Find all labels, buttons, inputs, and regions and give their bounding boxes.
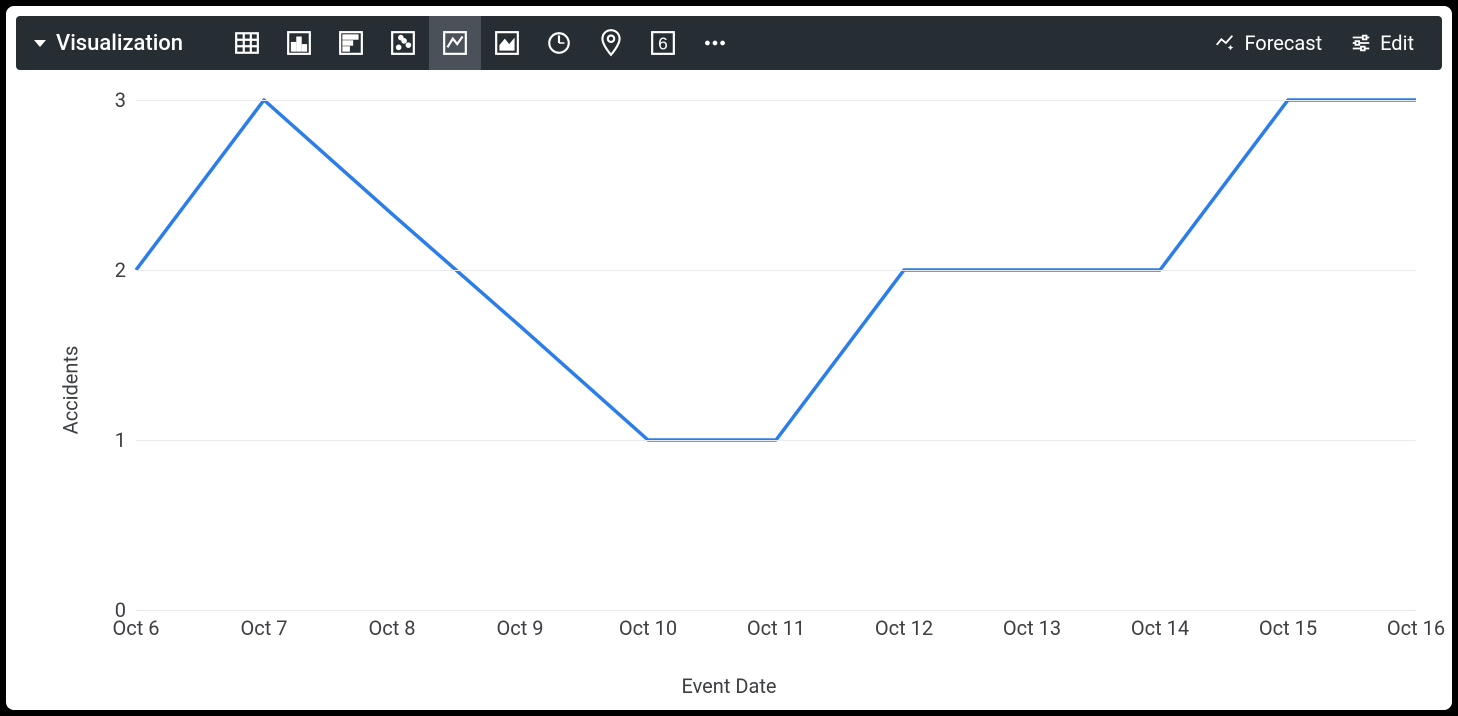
gridline (136, 270, 1416, 271)
y-tick-label: 2 (106, 258, 136, 282)
single-value-icon[interactable]: 6 (637, 16, 689, 70)
horizontal-bar-icon[interactable] (325, 16, 377, 70)
x-axis-title: Event Date (682, 674, 777, 698)
x-tick-label: Oct 11 (747, 616, 805, 640)
sparkle-icon (1214, 32, 1236, 54)
sliders-icon (1350, 32, 1372, 54)
scatter-icon[interactable] (377, 16, 429, 70)
visualization-toolbar: Visualization (16, 16, 1442, 70)
x-tick-label: Oct 7 (241, 616, 288, 640)
plot-region[interactable]: Oct 6Oct 7Oct 8Oct 9Oct 10Oct 11Oct 12Oc… (136, 100, 1416, 610)
x-tick-label: Oct 13 (1003, 616, 1061, 640)
edit-label: Edit (1380, 31, 1414, 55)
y-tick-label: 1 (106, 428, 136, 452)
x-tick-label: Oct 12 (875, 616, 933, 640)
line-chart-icon[interactable] (429, 16, 481, 70)
visualization-type-icons: 6 (221, 16, 741, 70)
svg-text:6: 6 (658, 34, 668, 54)
gridline (136, 440, 1416, 441)
x-tick-label: Oct 10 (619, 616, 677, 640)
area-chart-icon[interactable] (481, 16, 533, 70)
x-tick-label: Oct 8 (369, 616, 416, 640)
x-tick-label: Oct 9 (497, 616, 544, 640)
visualization-toggle[interactable]: Visualization (34, 31, 213, 56)
y-tick-label: 3 (106, 88, 136, 112)
visualization-panel: Visualization (6, 6, 1452, 710)
gauge-icon[interactable] (533, 16, 585, 70)
panel-title: Visualization (56, 31, 183, 56)
gridline (136, 100, 1416, 101)
map-pin-icon[interactable] (585, 16, 637, 70)
table-icon[interactable] (221, 16, 273, 70)
x-tick-label: Oct 15 (1259, 616, 1317, 640)
line-series (136, 100, 1416, 610)
x-tick-label: Oct 16 (1387, 616, 1445, 640)
chart-area: Accidents Event Date Oct 6Oct 7Oct 8Oct … (6, 70, 1452, 710)
caret-down-icon (34, 40, 46, 47)
more-icon[interactable] (689, 16, 741, 70)
gridline (136, 610, 1416, 611)
forecast-label: Forecast (1244, 31, 1322, 55)
x-tick-label: Oct 14 (1131, 616, 1189, 640)
bar-chart-icon[interactable] (273, 16, 325, 70)
y-tick-label: 0 (106, 598, 136, 622)
x-axis-ticks: Oct 6Oct 7Oct 8Oct 9Oct 10Oct 11Oct 12Oc… (136, 610, 1416, 650)
forecast-button[interactable]: Forecast (1204, 25, 1332, 61)
edit-button[interactable]: Edit (1340, 25, 1424, 61)
y-axis-title: Accidents (58, 346, 82, 435)
